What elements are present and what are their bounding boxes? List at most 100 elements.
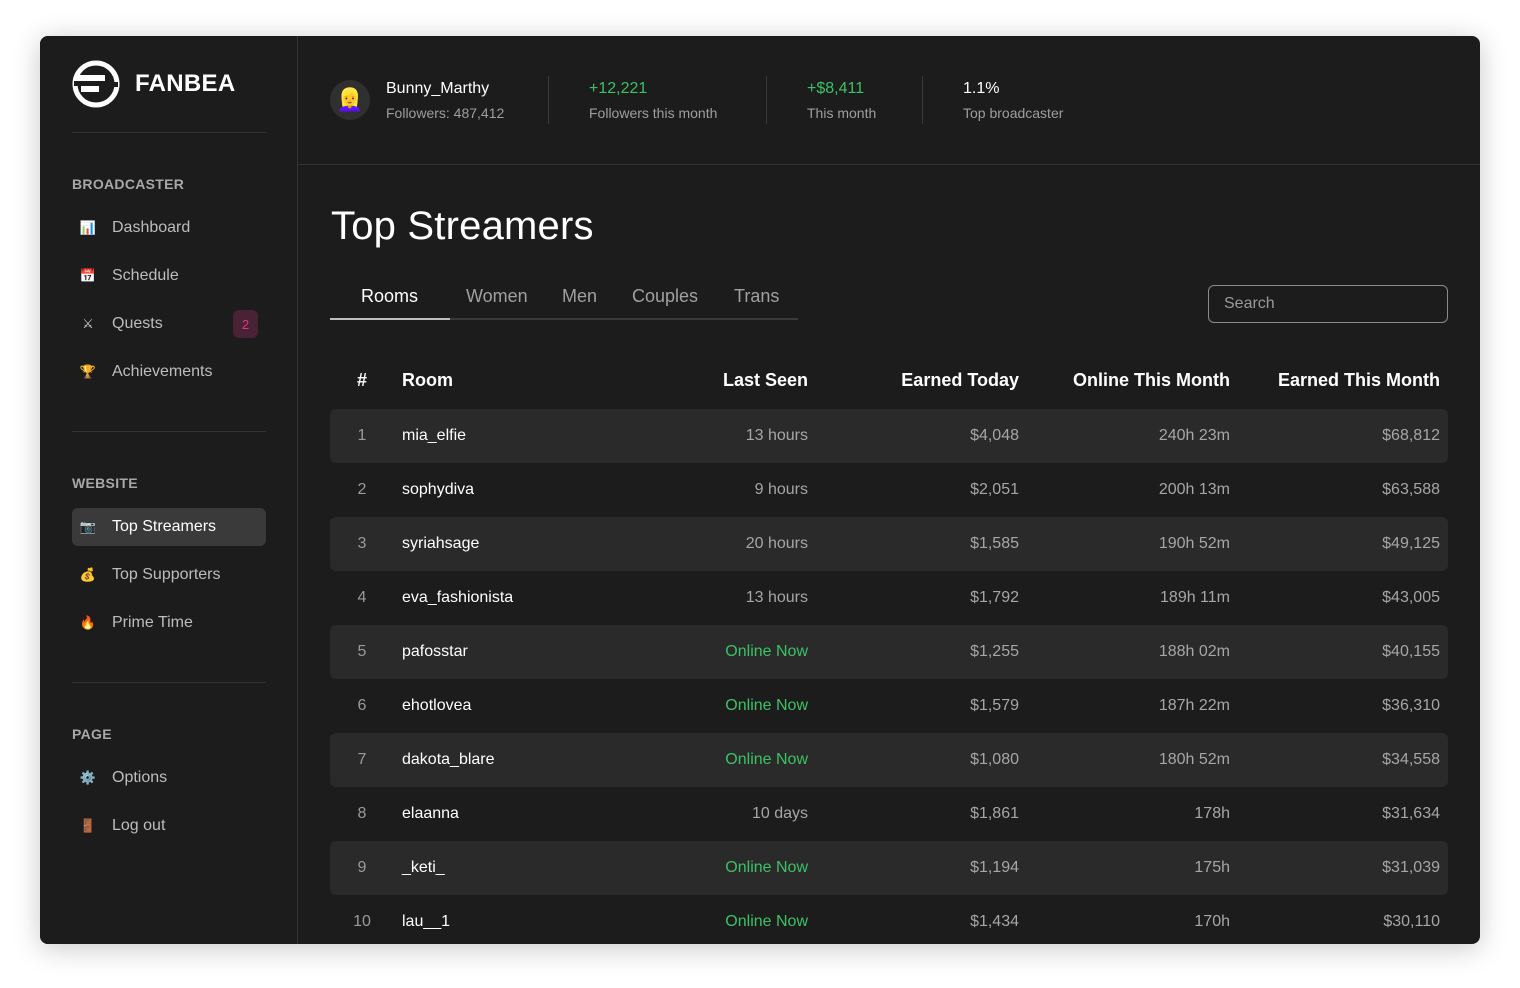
- sidebar-divider: [72, 431, 266, 432]
- stat-followers-month: +12,221 Followers this month: [589, 80, 717, 121]
- cell-room[interactable]: ehotlovea: [402, 696, 471, 716]
- cell-earned-today: $4,048: [970, 427, 1019, 444]
- main-content: 👱‍♀️ Bunny_Marthy Followers: 487,412 +12…: [298, 36, 1480, 944]
- cell-earned-month: $63,588: [1382, 481, 1440, 498]
- cell-rank: 5: [357, 643, 367, 660]
- section-title-page: PAGE: [72, 726, 112, 742]
- stat-label: This month: [807, 105, 877, 121]
- cell-online-month: 187h 22m: [1158, 697, 1230, 714]
- cell-earned-today: $1,194: [970, 859, 1019, 876]
- cell-earned-today: $1,255: [970, 643, 1019, 660]
- cell-room[interactable]: sophydiva: [402, 480, 474, 500]
- stat-value: +$8,411: [807, 80, 865, 97]
- tab-women[interactable]: Women: [466, 286, 528, 307]
- table-row[interactable]: 2 sophydiva 9 hours $2,051 200h 13m $63,588: [330, 463, 1448, 517]
- sidebar-item-label: Log out: [112, 817, 166, 834]
- sidebar-item-schedule[interactable]: 📅 Schedule: [72, 257, 266, 295]
- cell-room[interactable]: lau__1: [402, 912, 450, 932]
- cell-room[interactable]: eva_fashionista: [402, 588, 513, 608]
- brand-logo[interactable]: FANBEA: [72, 60, 235, 108]
- tab-trans[interactable]: Trans: [734, 286, 779, 307]
- sidebar-item-label: Achievements: [112, 363, 213, 380]
- cell-last-seen: 13 hours: [745, 427, 808, 444]
- sidebar-item-label: Prime Time: [112, 614, 193, 631]
- sidebar-item-top-streamers[interactable]: 📷 Top Streamers: [72, 508, 266, 546]
- cell-last-seen: 13 hours: [745, 589, 808, 606]
- avatar[interactable]: 👱‍♀️: [330, 80, 370, 120]
- sidebar-item-prime-time[interactable]: 🔥 Prime Time: [72, 604, 266, 642]
- cell-earned-today: $1,080: [970, 751, 1019, 768]
- sidebar-item-achievements[interactable]: 🏆 Achievements: [72, 353, 266, 391]
- stat-label: Top broadcaster: [963, 105, 1064, 121]
- active-tab-indicator: [330, 318, 450, 320]
- cell-rank: 4: [357, 589, 367, 606]
- cell-earned-today: $1,585: [970, 535, 1019, 552]
- bar-chart-icon: 📊: [79, 220, 97, 235]
- app-window: FANBEA BROADCASTER 📊 Dashboard 📅 Schedul…: [40, 36, 1480, 944]
- cell-earned-month: $36,310: [1382, 697, 1440, 714]
- sidebar-item-top-supporters[interactable]: 💰 Top Supporters: [72, 556, 266, 594]
- page-title: Top Streamers: [331, 204, 594, 248]
- cell-room[interactable]: _keti_: [402, 858, 445, 878]
- search-input[interactable]: [1208, 285, 1448, 323]
- cell-earned-month: $30,110: [1383, 913, 1440, 930]
- cell-room[interactable]: dakota_blare: [402, 750, 495, 770]
- cell-rank: 7: [357, 751, 367, 768]
- table-row[interactable]: 9 _keti_ Online Now $1,194 175h $31,039: [330, 841, 1448, 895]
- tab-rooms[interactable]: Rooms: [361, 286, 418, 307]
- sidebar: FANBEA BROADCASTER 📊 Dashboard 📅 Schedul…: [40, 36, 298, 944]
- fire-icon: 🔥: [79, 615, 97, 630]
- cell-last-seen: Online Now: [725, 697, 808, 714]
- table-row[interactable]: 6 ehotlovea Online Now $1,579 187h 22m $36,31…: [330, 679, 1448, 733]
- sidebar-item-label: Quests: [112, 315, 163, 332]
- calendar-icon: 📅: [79, 268, 97, 283]
- table-row[interactable]: 10 lau__1 Online Now $1,434 170h $30,110: [330, 895, 1448, 944]
- cell-rank: 3: [357, 535, 367, 552]
- category-tabs: Rooms Women Men Couples Trans: [330, 286, 798, 320]
- stat-earnings-month: +$8,411 This month: [807, 80, 876, 121]
- sidebar-item-label: Top Supporters: [112, 566, 221, 583]
- cell-rank: 9: [357, 859, 367, 876]
- cell-earned-today: $1,792: [970, 589, 1019, 606]
- sidebar-item-quests[interactable]: ⚔ Quests 2: [72, 305, 266, 343]
- header-divider: [922, 76, 923, 124]
- trophy-icon: 🏆: [79, 364, 97, 379]
- cell-earned-today: $1,579: [970, 697, 1019, 714]
- cell-online-month: 180h 52m: [1158, 751, 1230, 768]
- column-header-rank[interactable]: #: [330, 370, 394, 391]
- table-row[interactable]: 8 elaanna 10 days $1,861 178h $31,634: [330, 787, 1448, 841]
- cell-earned-today: $1,434: [970, 913, 1019, 930]
- section-title-website: WEBSITE: [72, 475, 138, 491]
- cell-room[interactable]: mia_elfie: [402, 426, 466, 446]
- table-row[interactable]: 7 dakota_blare Online Now $1,080 180h 52m $34…: [330, 733, 1448, 787]
- table-row[interactable]: 1 mia_elfie 13 hours $4,048 240h 23m $68,812: [330, 409, 1448, 463]
- tab-couples[interactable]: Couples: [632, 286, 698, 307]
- column-header-earned-month[interactable]: Earned This Month: [1278, 370, 1440, 391]
- sidebar-item-log-out[interactable]: 🚪 Log out: [72, 807, 266, 845]
- cell-earned-month: $34,558: [1382, 751, 1440, 768]
- door-icon: 🚪: [79, 818, 97, 833]
- column-header-last-seen[interactable]: Last Seen: [723, 370, 808, 391]
- user-avatar-icon: 👱‍♀️: [336, 87, 364, 112]
- column-header-room[interactable]: Room: [402, 370, 453, 391]
- cell-last-seen: 10 days: [751, 805, 808, 822]
- cell-room[interactable]: elaanna: [402, 804, 459, 824]
- header-divider: [548, 76, 549, 124]
- table-row[interactable]: 5 pafosstar Online Now $1,255 188h 02m $40,15…: [330, 625, 1448, 679]
- column-header-online-month[interactable]: Online This Month: [1073, 370, 1230, 391]
- tab-men[interactable]: Men: [562, 286, 597, 307]
- sidebar-item-dashboard[interactable]: 📊 Dashboard: [72, 209, 266, 247]
- cell-room[interactable]: pafosstar: [402, 642, 468, 662]
- sidebar-item-options[interactable]: ⚙️ Options: [72, 759, 266, 797]
- table-row[interactable]: 4 eva_fashionista 13 hours $1,792 189h 11m $4…: [330, 571, 1448, 625]
- cell-last-seen: Online Now: [725, 643, 808, 660]
- cell-last-seen: Online Now: [725, 859, 808, 876]
- cell-rank: 6: [357, 697, 367, 714]
- table-row[interactable]: 3 syriahsage 20 hours $1,585 190h 52m $49,125: [330, 517, 1448, 571]
- sidebar-item-label: Schedule: [112, 267, 179, 284]
- stat-rank: 1.1% Top broadcaster: [963, 80, 1063, 121]
- gear-icon: ⚙️: [79, 770, 97, 785]
- cell-room[interactable]: syriahsage: [402, 534, 479, 554]
- cell-earned-month: $43,005: [1382, 589, 1440, 606]
- column-header-earned-today[interactable]: Earned Today: [901, 370, 1019, 391]
